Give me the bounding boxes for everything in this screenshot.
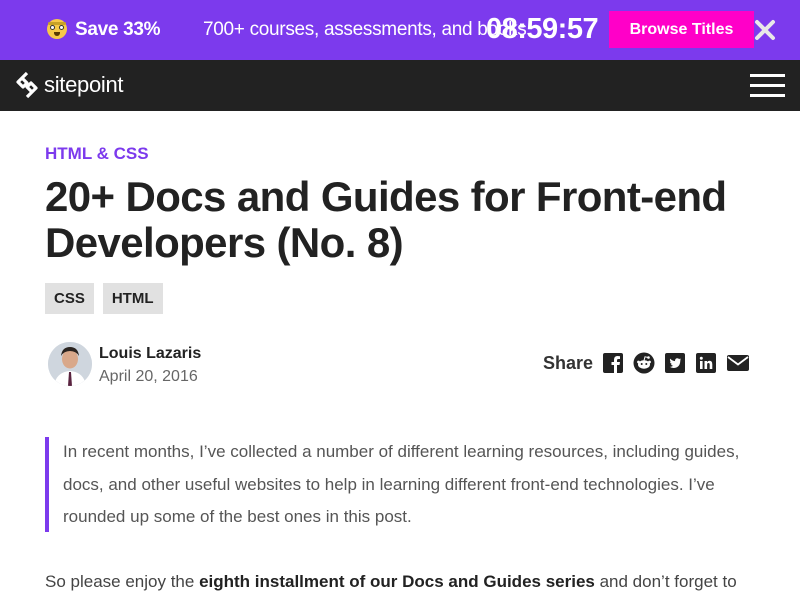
body-text-end: and don’t forget to [594, 572, 737, 591]
body-text-start: So please enjoy the [45, 572, 200, 591]
article-title: 20+ Docs and Guides for Front-end Develo… [45, 173, 727, 266]
author-name[interactable]: Louis Lazaris [99, 345, 201, 363]
reddit-icon[interactable] [633, 352, 655, 374]
shocked-face-icon [47, 19, 67, 39]
logo-text: sitepoint [44, 72, 124, 97]
tag-css[interactable]: CSS [45, 283, 94, 314]
linkedin-icon[interactable] [695, 352, 717, 374]
series-link-text[interactable]: eighth installment of our Docs and Guide… [199, 572, 595, 591]
author-avatar[interactable] [48, 342, 92, 386]
article-intro: In recent months, I’ve collected a numbe… [45, 437, 745, 532]
twitter-icon[interactable] [664, 352, 686, 374]
category-link[interactable]: HTML & CSS [45, 144, 149, 164]
tag-html[interactable]: HTML [102, 283, 163, 314]
sitepoint-logo[interactable]: sitepoint [15, 71, 124, 99]
tag-list: CSS HTML [45, 283, 172, 314]
facebook-icon[interactable] [602, 352, 624, 374]
share-bar: Share [543, 352, 750, 374]
top-nav: sitepoint [0, 60, 800, 111]
publish-date: April 20, 2016 [99, 368, 198, 385]
browse-titles-button[interactable]: Browse Titles [609, 11, 754, 48]
share-label: Share [543, 352, 594, 373]
close-icon[interactable] [752, 18, 778, 42]
article-body-paragraph: So please enjoy the eighth installment o… [45, 566, 765, 598]
promo-save-text: Save 33% [75, 19, 161, 40]
promo-banner: Save 33% 700+ courses, assessments, and … [0, 0, 800, 60]
intro-text: In recent months, I’ve collected a numbe… [63, 442, 740, 526]
promo-countdown: 08:59:57 [486, 13, 599, 45]
hamburger-menu-icon[interactable] [750, 74, 785, 97]
promo-text: 700+ courses, assessments, and books [203, 19, 527, 40]
sitepoint-logo-icon [16, 71, 38, 99]
email-icon[interactable] [726, 352, 750, 374]
